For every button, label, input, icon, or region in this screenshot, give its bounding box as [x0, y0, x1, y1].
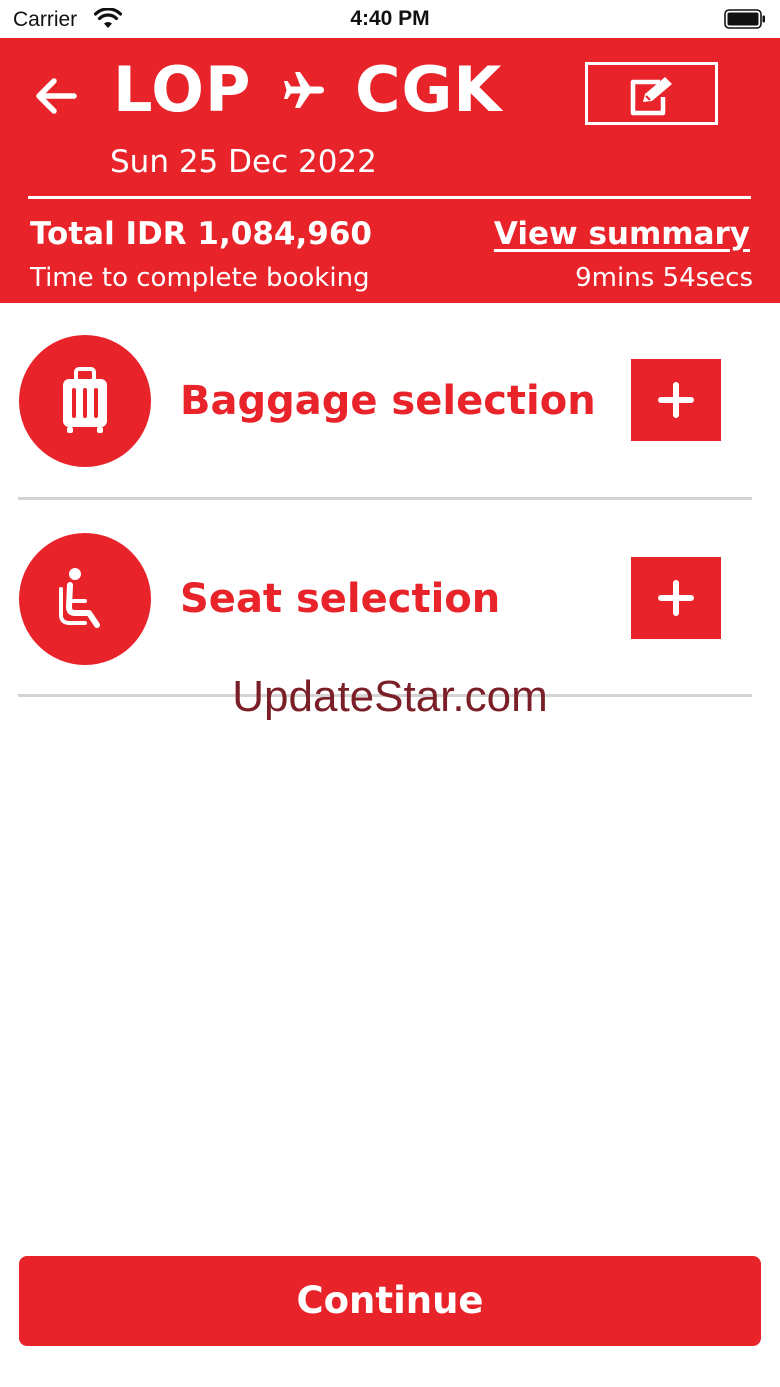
- view-summary-link[interactable]: View summary: [494, 214, 750, 254]
- seat-icon-circle: [19, 533, 151, 665]
- plane-icon: [284, 72, 324, 108]
- timer-label: Time to complete booking: [30, 263, 370, 293]
- flight-date: Sun 25 Dec 2022: [110, 144, 377, 180]
- edit-icon: [630, 77, 672, 116]
- seat-icon: [59, 568, 100, 628]
- header-divider: [28, 196, 751, 199]
- baggage-add-button[interactable]: [631, 359, 721, 441]
- destination-code: CGK: [355, 53, 503, 126]
- seat-add-button[interactable]: [631, 557, 721, 639]
- status-time: 4:40 PM: [350, 7, 430, 30]
- baggage-icon-circle: [19, 335, 151, 467]
- plus-icon: [658, 580, 694, 616]
- continue-button[interactable]: Continue: [19, 1256, 761, 1346]
- luggage-icon: [63, 367, 107, 433]
- baggage-selection-title: Baggage selection: [180, 378, 596, 424]
- edit-button[interactable]: [585, 62, 718, 125]
- plus-icon: [658, 382, 694, 418]
- watermark: UpdateStar.com: [232, 672, 548, 721]
- back-arrow-icon: [36, 78, 77, 114]
- booking-header: LOP CGK Sun 25 Dec 2022 Total IDR 1,084,…: [0, 38, 780, 303]
- seat-selection-row[interactable]: Seat selection: [0, 518, 780, 678]
- timer-value: 9mins 54secs: [575, 263, 753, 293]
- back-button[interactable]: [32, 74, 80, 118]
- seat-selection-title: Seat selection: [180, 576, 501, 622]
- section-divider: [18, 497, 752, 500]
- baggage-selection-row[interactable]: Baggage selection: [0, 320, 780, 480]
- total-price: Total IDR 1,084,960: [30, 216, 372, 252]
- origin-code: LOP: [113, 53, 252, 126]
- status-bar: Carrier 4:40 PM: [0, 0, 780, 38]
- battery-icon: [724, 9, 765, 29]
